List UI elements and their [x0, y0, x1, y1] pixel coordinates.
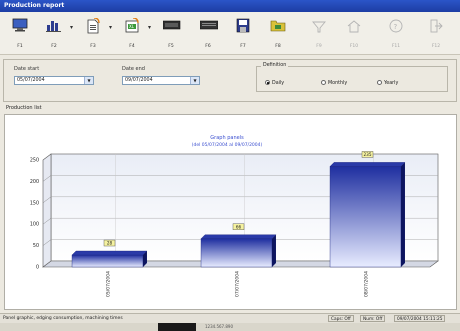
- y-tick-label: 250: [30, 158, 39, 164]
- toolbar-key-label: F2: [51, 44, 57, 49]
- chevron-down-icon[interactable]: ▾: [148, 24, 151, 31]
- taskbar-block: [158, 323, 196, 331]
- bar-side: [400, 162, 405, 267]
- chevron-down-icon[interactable]: ▼: [84, 77, 93, 84]
- data-label: 235: [364, 152, 372, 157]
- radio-dot: [321, 80, 326, 85]
- toolbar-button-f5[interactable]: F5: [156, 16, 186, 52]
- folder-icon: [270, 20, 286, 32]
- toolbar-key-label: F12: [431, 44, 441, 49]
- taskbar: 1234.567.890: [0, 323, 460, 331]
- filter-panel: Date start 05/07/2004 ▼ Date end 09/07/2…: [3, 59, 457, 102]
- radio-label: Daily: [272, 81, 285, 86]
- toolbar-key-label: F10: [349, 44, 359, 49]
- chart-side-wall: [42, 153, 52, 268]
- x-tick-label: 07/07/2004: [235, 271, 241, 297]
- panel-icon: [163, 20, 181, 30]
- toolbar-key-label: F8: [275, 44, 281, 49]
- chart-panel: Graph panels (del 05/07/2004 al 09/07/20…: [4, 114, 457, 310]
- toolbar-key-label: F9: [316, 44, 322, 49]
- radio-yearly[interactable]: Yearly: [377, 80, 398, 86]
- y-tick-label: 100: [30, 222, 39, 228]
- help-icon: ?: [389, 19, 403, 33]
- data-label: 28: [107, 241, 113, 246]
- chevron-down-icon[interactable]: ▾: [70, 24, 73, 31]
- save-icon: [236, 18, 250, 33]
- svg-text:?: ?: [394, 23, 398, 31]
- svg-text:XL: XL: [129, 24, 135, 29]
- bar-top: [200, 234, 277, 239]
- bar-chart-icon: [46, 21, 61, 32]
- y-tick-label: 0: [36, 265, 39, 271]
- toolbar-key-label: F6: [205, 44, 211, 49]
- y-tick-label: 50: [33, 243, 39, 249]
- datetime-indicator: 09/07/2004 15:11:25: [394, 315, 446, 322]
- chart-subtitle: (del 05/07/2004 al 09/07/2004): [192, 142, 263, 148]
- toolbar-key-label: F4: [129, 44, 135, 49]
- excel-export-icon: XL: [125, 18, 139, 33]
- definition-label: Definition: [261, 63, 289, 68]
- monitor-icon: [12, 18, 28, 32]
- toolbar-button-f3[interactable]: F3: [78, 16, 108, 52]
- date-end-label: Date end: [122, 66, 145, 72]
- radio-label: Monthly: [328, 81, 348, 86]
- num-indicator: Num: Off: [360, 315, 386, 322]
- toolbar-button-f12[interactable]: F12: [421, 16, 451, 52]
- chevron-down-icon[interactable]: ▾: [109, 24, 112, 31]
- filter-icon: [312, 21, 326, 33]
- bar: [329, 166, 402, 268]
- toolbar-button-f11[interactable]: ? F11: [381, 16, 411, 52]
- toolbar: F1 F2 ▾ F3 ▾ XL F4 ▾ F5 F6 F7 F8 F9 F10 …: [0, 12, 460, 55]
- x-tick-label: 08/07/2004: [364, 271, 370, 297]
- toolbar-key-label: F7: [240, 44, 246, 49]
- radio-dot: [265, 80, 270, 85]
- toolbar-button-f4[interactable]: XL F4: [117, 16, 147, 52]
- bar: [200, 238, 273, 268]
- date-end-select[interactable]: 09/07/2004 ▼: [122, 76, 200, 85]
- toolbar-key-label: F5: [168, 44, 174, 49]
- bar-chart: Graph panels (del 05/07/2004 al 09/07/20…: [30, 135, 439, 297]
- document-export-icon: [87, 18, 100, 34]
- window-title: Production report: [4, 2, 65, 9]
- chart-title: Graph panels: [210, 135, 244, 141]
- x-tick-label: 05/07/2004: [106, 271, 112, 297]
- toolbar-key-label: F3: [90, 44, 96, 49]
- y-tick-label: 150: [30, 200, 39, 206]
- radio-label: Yearly: [384, 81, 399, 86]
- bar-side: [271, 234, 276, 267]
- radio-daily[interactable]: Daily: [265, 80, 284, 86]
- keyboard-icon: [200, 20, 218, 30]
- production-list-label: Production list: [6, 105, 42, 111]
- toolbar-button-f6[interactable]: F6: [193, 16, 223, 52]
- toolbar-button-f9[interactable]: F9: [304, 16, 334, 52]
- definition-group: Definition Daily Monthly Yearly: [256, 63, 448, 92]
- exit-icon: [430, 19, 443, 33]
- bar-top: [329, 162, 406, 167]
- date-start-value: 05/07/2004: [17, 78, 45, 83]
- toolbar-button-f8[interactable]: F8: [263, 16, 293, 52]
- toolbar-key-label: F11: [391, 44, 401, 49]
- toolbar-button-f10[interactable]: F10: [339, 16, 369, 52]
- radio-monthly[interactable]: Monthly: [321, 80, 347, 86]
- toolbar-key-label: F1: [17, 44, 23, 49]
- toolbar-button-f7[interactable]: F7: [228, 16, 258, 52]
- toolbar-button-f2[interactable]: F2: [39, 16, 69, 52]
- date-start-label: Date start: [14, 66, 40, 72]
- bar: [71, 254, 144, 268]
- window-titlebar: Production report: [0, 0, 460, 12]
- caps-indicator: Caps: Off: [328, 315, 354, 322]
- y-tick-label: 200: [30, 179, 39, 185]
- date-end-value: 09/07/2004: [125, 78, 153, 83]
- chevron-down-icon[interactable]: ▼: [190, 77, 199, 84]
- toolbar-button-f1[interactable]: F1: [5, 16, 35, 52]
- data-label: 66: [236, 224, 242, 229]
- home-icon: [347, 20, 361, 33]
- radio-dot: [377, 80, 382, 85]
- bar-top: [71, 250, 148, 256]
- date-start-select[interactable]: 05/07/2004 ▼: [14, 76, 94, 85]
- taskbar-item[interactable]: 1234.567.890: [205, 323, 233, 331]
